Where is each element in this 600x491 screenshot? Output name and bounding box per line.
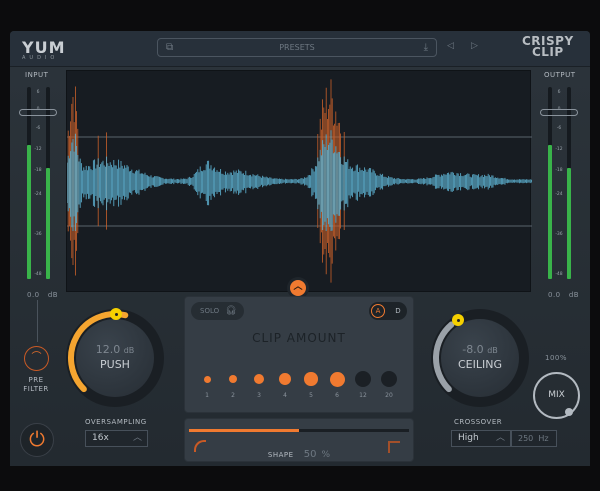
mode-a-button[interactable]: A xyxy=(371,304,385,318)
power-icon: ⏻ xyxy=(29,427,45,451)
clip-amount-steps: 1 2 3 4 5 6 12 20 xyxy=(184,366,414,406)
headphones-icon: 🎧︎ xyxy=(225,306,237,316)
expand-panel-button[interactable]: ︿ xyxy=(290,280,306,296)
clip-step-label: 6 xyxy=(335,392,339,399)
chevron-up-icon: ︿ xyxy=(495,433,505,443)
pre-filter-label-2: FILTER xyxy=(23,385,49,393)
ceiling-knob[interactable]: -8.0 dB CEILING xyxy=(441,319,519,397)
shape-slider-fill xyxy=(189,429,299,432)
meter-tick: -12 xyxy=(34,147,42,153)
chevron-up-icon: ︿ xyxy=(132,433,142,443)
clip-step-label: 2 xyxy=(231,392,235,399)
mode-d-button[interactable]: D xyxy=(391,304,405,318)
clip-step-6[interactable] xyxy=(329,371,345,387)
presets-bar[interactable]: ⧉ PRESETS ⤓ xyxy=(157,38,437,57)
clip-step-4[interactable] xyxy=(279,373,291,385)
meter-tick: 6 xyxy=(36,89,40,95)
meter-tick: -18 xyxy=(34,168,42,174)
mix-knob-handle[interactable] xyxy=(565,408,573,416)
waveform xyxy=(66,79,532,283)
shape-value: 50 xyxy=(303,449,317,460)
pre-filter-label-1: PRE xyxy=(28,376,44,384)
filter-curve-icon: ⌒ xyxy=(31,352,42,363)
meter-tick: -18 xyxy=(555,168,563,174)
oversampling-label: OVERSAMPLING xyxy=(85,418,147,426)
crossover-value: High xyxy=(458,433,479,443)
power-button[interactable]: ⏻ xyxy=(20,423,54,457)
clip-step-20[interactable] xyxy=(381,371,397,387)
ceiling-label: CEILING xyxy=(458,358,502,371)
yum-audio-logo: YUM AUDIO xyxy=(22,38,66,61)
mode-toggle[interactable]: A D xyxy=(369,302,407,320)
ceiling-unit: dB xyxy=(487,346,498,355)
prev-preset-icon[interactable]: ◁ xyxy=(447,41,454,51)
output-gain-handle[interactable] xyxy=(540,109,578,116)
output-label: OUTPUT xyxy=(544,71,576,79)
meter-tick: -36 xyxy=(555,231,563,237)
clip-step-label: 1 xyxy=(205,392,209,399)
push-label: PUSH xyxy=(100,358,130,371)
presets-label: PRESETS xyxy=(279,43,315,52)
clip-step-12[interactable] xyxy=(355,371,371,387)
clip-step-label: 3 xyxy=(257,392,261,399)
save-preset-icon[interactable]: ⧉ xyxy=(166,39,173,56)
oversampling-value: 16x xyxy=(92,433,109,443)
output-value: 0.0 xyxy=(548,291,561,299)
meter-tick: -48 xyxy=(555,272,563,278)
mix-value: 100% xyxy=(545,354,568,362)
crossover-freq: 250 xyxy=(518,434,534,443)
push-unit: dB xyxy=(123,346,135,355)
crossover-label: CROSSOVER xyxy=(454,418,503,426)
crossover-select[interactable]: High ︿ xyxy=(451,430,511,447)
input-gain-handle[interactable] xyxy=(19,109,57,116)
crossover-frequency-input[interactable]: 250 Hz xyxy=(511,430,557,447)
brand-line2: CLIP xyxy=(531,45,564,59)
meter-tick: -12 xyxy=(555,147,563,153)
push-knob[interactable]: 12.0 dB PUSH xyxy=(76,319,154,397)
shape-unit: % xyxy=(321,450,331,460)
clip-step-label: 5 xyxy=(309,392,313,399)
waveform-display xyxy=(66,70,532,292)
ceiling-knob-handle[interactable] xyxy=(452,314,464,326)
clip-step-label: 12 xyxy=(359,392,367,399)
input-unit: dB xyxy=(47,291,59,299)
crispy-clip-logo: CRISPY CLIP xyxy=(522,35,574,59)
clip-step-1[interactable] xyxy=(203,375,211,383)
divider xyxy=(37,300,38,342)
meter-tick: -6 xyxy=(556,126,562,132)
meter-tick: 6 xyxy=(557,89,561,95)
mix-label: MIX xyxy=(548,390,565,400)
input-value: 0.0 xyxy=(27,291,40,299)
meter-tick: -24 xyxy=(34,191,42,197)
next-preset-icon[interactable]: ▷ xyxy=(471,41,478,51)
push-value: 12.0 xyxy=(95,343,121,356)
input-label: INPUT xyxy=(25,71,49,79)
output-signal xyxy=(66,130,532,231)
oversampling-select[interactable]: 16x ︿ xyxy=(85,430,148,447)
solo-label: SOLO xyxy=(200,307,220,315)
clip-step-label: 4 xyxy=(283,392,287,399)
shape-label: SHAPE xyxy=(267,451,294,459)
crossover-freq-unit: Hz xyxy=(538,434,549,443)
output-unit: dB xyxy=(568,291,580,299)
pre-filter-button[interactable]: ⌒ xyxy=(24,346,49,371)
download-preset-icon[interactable]: ⤓ xyxy=(424,39,428,56)
meter-tick: -48 xyxy=(34,272,42,278)
push-knob-handle[interactable] xyxy=(110,308,122,320)
clip-step-3[interactable] xyxy=(253,373,265,385)
clip-step-2[interactable] xyxy=(228,374,238,384)
clip-amount-title: CLIP AMOUNT xyxy=(252,331,346,345)
meter-tick: -24 xyxy=(555,191,563,197)
ceiling-value: -8.0 xyxy=(462,343,484,356)
clip-step-label: 20 xyxy=(385,392,393,399)
meter-tick: -36 xyxy=(34,231,42,237)
meter-tick: -6 xyxy=(35,126,41,132)
clip-step-5[interactable] xyxy=(304,372,318,386)
shape-slider[interactable] xyxy=(189,429,409,432)
solo-button[interactable]: SOLO 🎧︎ xyxy=(191,302,244,320)
